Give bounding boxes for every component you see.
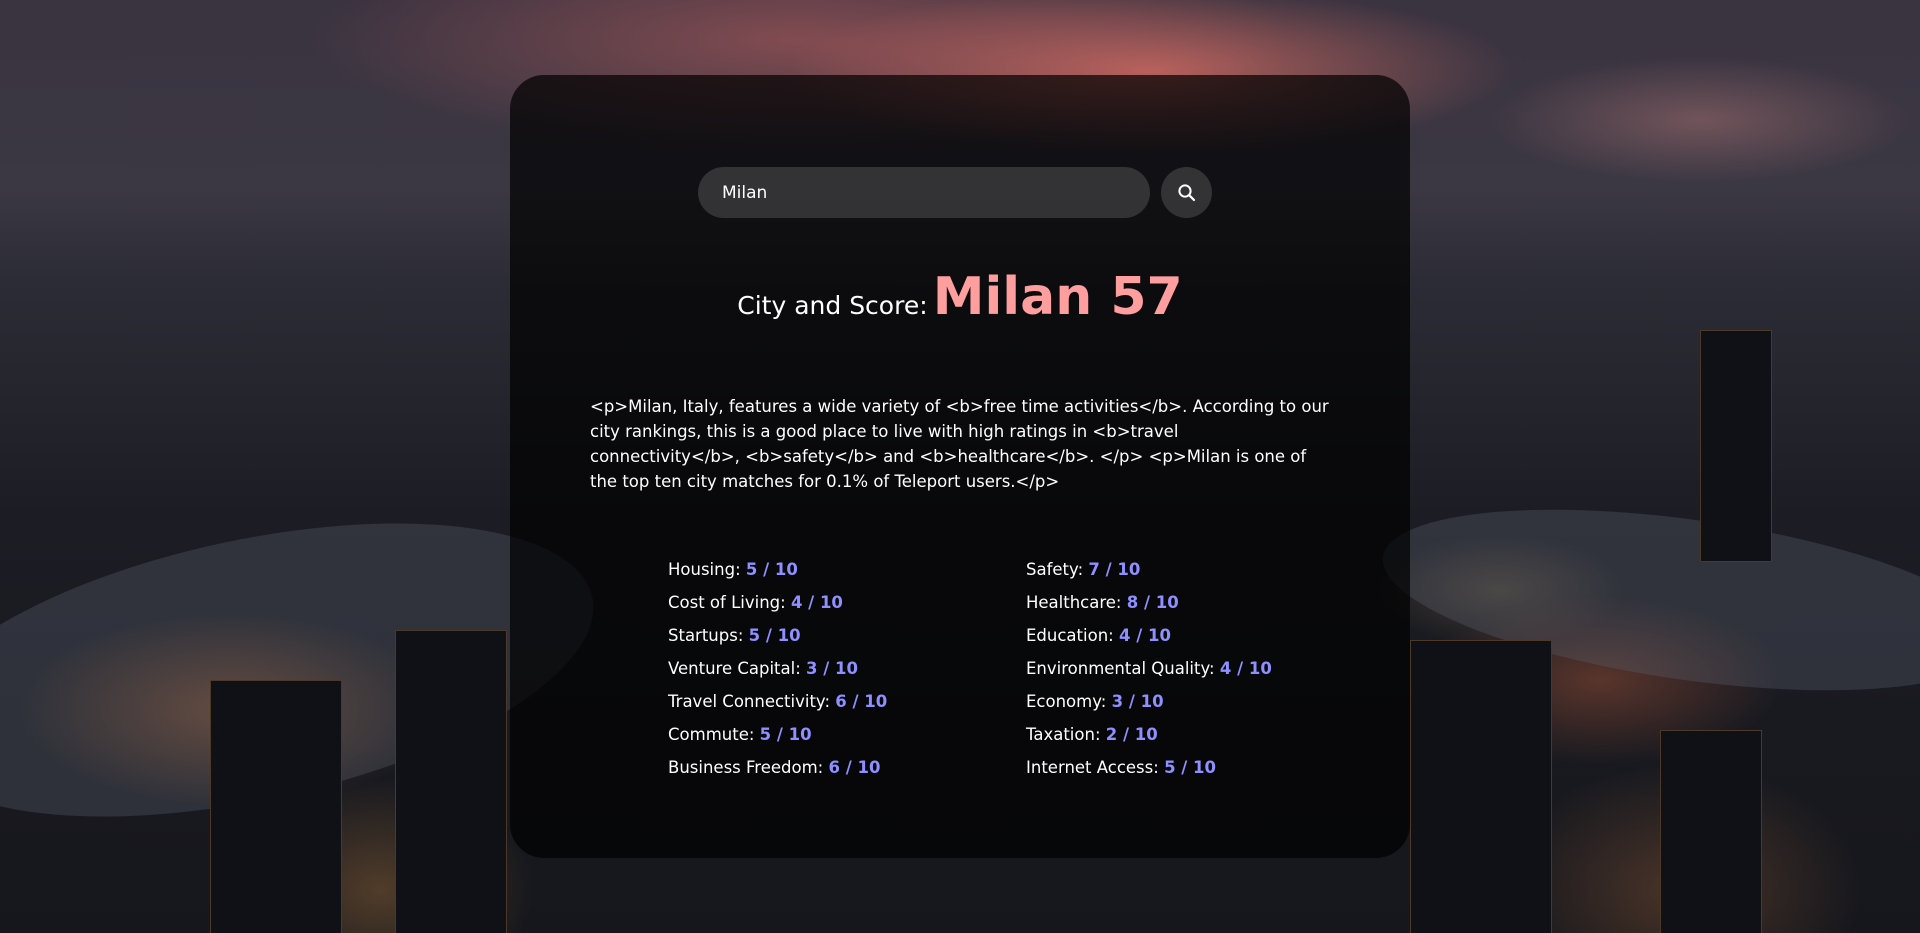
score-venture-capital: Venture Capital: 3 / 10: [668, 652, 1026, 685]
score-value: 4 / 10: [790, 593, 843, 612]
score-label: Cost of Living:: [668, 593, 786, 612]
score-label: Travel Connectivity:: [668, 692, 831, 711]
skyscraper: [210, 680, 342, 933]
city-score-value: Milan 57: [932, 267, 1183, 327]
score-value: 5 / 10: [759, 725, 812, 744]
score-label: Healthcare:: [1026, 593, 1122, 612]
score-value: 4 / 10: [1219, 659, 1272, 678]
score-safety: Safety: 7 / 10: [1026, 553, 1286, 586]
score-education: Education: 4 / 10: [1026, 619, 1286, 652]
city-summary: <p>Milan, Italy, features a wide variety…: [590, 397, 1329, 491]
score-business-freedom: Business Freedom: 6 / 10: [668, 751, 1026, 784]
score-housing: Housing: 5 / 10: [668, 553, 1026, 586]
score-economy: Economy: 3 / 10: [1026, 685, 1286, 718]
score-value: 7 / 10: [1088, 560, 1141, 579]
score-internet-access: Internet Access: 5 / 10: [1026, 751, 1286, 784]
search-icon: [1177, 183, 1195, 201]
skyscraper: [1700, 330, 1772, 562]
score-value: 3 / 10: [806, 659, 858, 678]
score-value: 5 / 10: [748, 626, 801, 645]
score-commute: Commute: 5 / 10: [668, 718, 1026, 751]
city-score-heading: City and Score: Milan 57: [510, 267, 1410, 327]
score-taxation: Taxation: 2 / 10: [1026, 718, 1286, 751]
score-value: 3 / 10: [1111, 692, 1164, 711]
score-value: 6 / 10: [828, 758, 881, 777]
scores-left-column: Housing: 5 / 10 Cost of Living: 4 / 10 S…: [668, 553, 1026, 784]
score-label: Internet Access:: [1026, 758, 1159, 777]
score-label: Taxation:: [1026, 725, 1101, 744]
score-environmental-quality: Environmental Quality: 4 / 10: [1026, 652, 1286, 685]
scores-right-column: Safety: 7 / 10 Healthcare: 8 / 10 Educat…: [1026, 553, 1286, 784]
score-value: 5 / 10: [1164, 758, 1217, 777]
search-button[interactable]: [1161, 167, 1212, 218]
score-value: 5 / 10: [745, 560, 798, 579]
score-value: 8 / 10: [1126, 593, 1179, 612]
score-label: Economy:: [1026, 692, 1107, 711]
city-score-label: City and Score:: [737, 291, 928, 320]
score-label: Startups:: [668, 626, 744, 645]
category-scores: Housing: 5 / 10 Cost of Living: 4 / 10 S…: [668, 553, 1288, 784]
score-travel-connectivity: Travel Connectivity: 6 / 10: [668, 685, 1026, 718]
city-search-input[interactable]: [698, 167, 1150, 218]
score-label: Venture Capital:: [668, 659, 801, 678]
city-info-panel: City and Score: Milan 57 <p>Milan, Italy…: [510, 75, 1410, 858]
score-label: Commute:: [668, 725, 755, 744]
skyscraper: [1410, 640, 1552, 933]
search-bar: [698, 167, 1212, 218]
score-startups: Startups: 5 / 10: [668, 619, 1026, 652]
score-label: Environmental Quality:: [1026, 659, 1215, 678]
score-label: Education:: [1026, 626, 1114, 645]
score-label: Business Freedom:: [668, 758, 824, 777]
score-value: 6 / 10: [835, 692, 888, 711]
score-label: Housing:: [668, 560, 741, 579]
score-value: 2 / 10: [1105, 725, 1158, 744]
score-healthcare: Healthcare: 8 / 10: [1026, 586, 1286, 619]
skyscraper: [1660, 730, 1762, 933]
score-label: Safety:: [1026, 560, 1084, 579]
skyscraper: [395, 630, 507, 933]
score-value: 4 / 10: [1118, 626, 1171, 645]
score-cost-of-living: Cost of Living: 4 / 10: [668, 586, 1026, 619]
